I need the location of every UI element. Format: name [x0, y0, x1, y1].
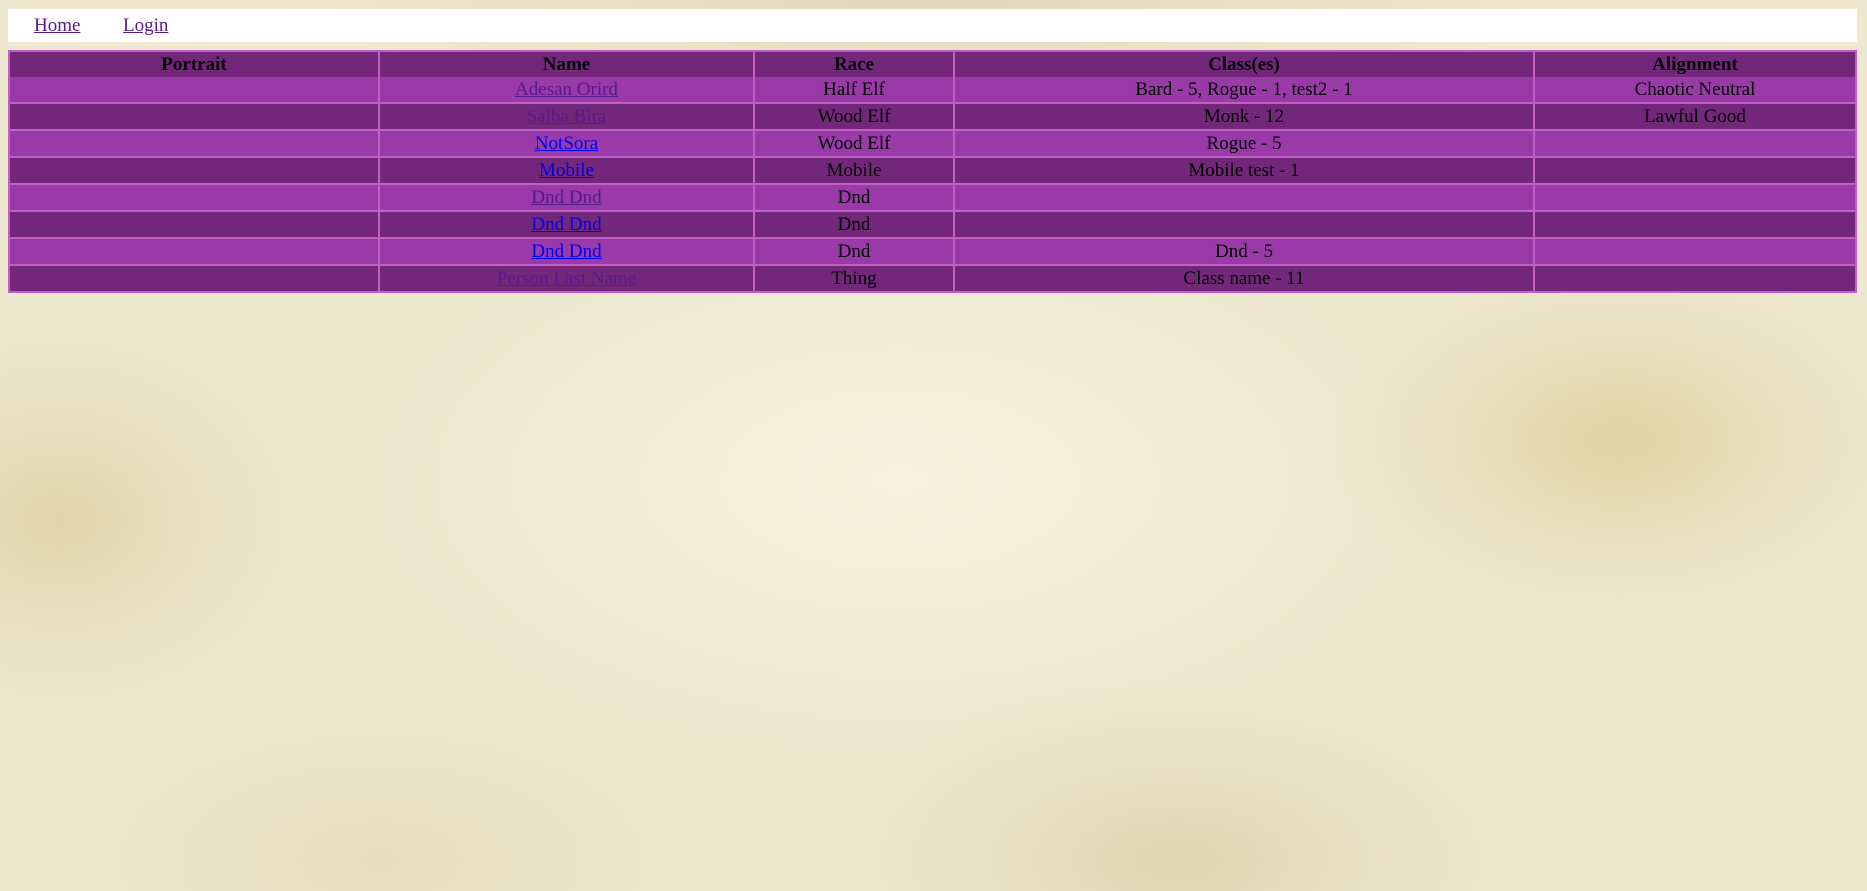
header-portrait: Portrait — [10, 52, 380, 77]
race-cell: Thing — [755, 266, 955, 291]
table-header-row: Portrait Name Race Class(es) Alignment — [10, 52, 1855, 77]
character-name-link[interactable]: Mobile — [539, 160, 594, 181]
header-name: Name — [380, 52, 755, 77]
table-row: Person Last Name Thing Class name - 11 — [10, 266, 1855, 291]
classes-cell: Bard - 5, Rogue - 1, test2 - 1 — [955, 77, 1535, 104]
header-classes: Class(es) — [955, 52, 1535, 77]
table-row: NotSora Wood Elf Rogue - 5 — [10, 131, 1855, 158]
portrait-cell — [10, 212, 380, 239]
portrait-cell — [10, 158, 380, 185]
name-cell: Mobile — [380, 158, 755, 185]
classes-cell: Class name - 11 — [955, 266, 1535, 291]
characters-table: Portrait Name Race Class(es) Alignment A… — [8, 50, 1857, 293]
name-cell: Saiba Bira — [380, 104, 755, 131]
race-cell: Half Elf — [755, 77, 955, 104]
alignment-cell — [1535, 266, 1855, 291]
login-link[interactable]: Login — [123, 15, 168, 37]
top-nav-bar: Home Login — [8, 9, 1857, 42]
name-cell: Dnd Dnd — [380, 212, 755, 239]
race-cell: Dnd — [755, 239, 955, 266]
home-link[interactable]: Home — [34, 15, 80, 37]
character-name-link[interactable]: Dnd Dnd — [531, 187, 601, 208]
table-row: Dnd Dnd Dnd — [10, 212, 1855, 239]
classes-cell: Mobile test - 1 — [955, 158, 1535, 185]
table-row: Saiba Bira Wood Elf Monk - 12 Lawful Good — [10, 104, 1855, 131]
classes-cell: Dnd - 5 — [955, 239, 1535, 266]
character-name-link[interactable]: Person Last Name — [497, 268, 636, 289]
portrait-cell — [10, 131, 380, 158]
race-cell: Mobile — [755, 158, 955, 185]
character-name-link[interactable]: Dnd Dnd — [531, 214, 601, 235]
alignment-cell — [1535, 185, 1855, 212]
name-cell: Person Last Name — [380, 266, 755, 291]
classes-cell: Rogue - 5 — [955, 131, 1535, 158]
character-name-link[interactable]: Dnd Dnd — [531, 241, 601, 262]
alignment-cell: Lawful Good — [1535, 104, 1855, 131]
table-row: Dnd Dnd Dnd — [10, 185, 1855, 212]
portrait-cell — [10, 185, 380, 212]
classes-cell — [955, 185, 1535, 212]
character-name-link[interactable]: Adesan Orird — [515, 79, 618, 100]
character-name-link[interactable]: NotSora — [535, 133, 598, 154]
alignment-cell — [1535, 158, 1855, 185]
table-row: Dnd Dnd Dnd Dnd - 5 — [10, 239, 1855, 266]
race-cell: Dnd — [755, 212, 955, 239]
classes-cell — [955, 212, 1535, 239]
table-row: Adesan Orird Half Elf Bard - 5, Rogue - 1,… — [10, 77, 1855, 104]
portrait-cell — [10, 77, 380, 104]
name-cell: Dnd Dnd — [380, 185, 755, 212]
portrait-cell — [10, 266, 380, 291]
portrait-cell — [10, 104, 380, 131]
name-cell: NotSora — [380, 131, 755, 158]
table-body: Adesan Orird Half Elf Bard - 5, Rogue - 1,… — [10, 77, 1855, 291]
race-cell: Wood Elf — [755, 104, 955, 131]
table-row: Mobile Mobile Mobile test - 1 — [10, 158, 1855, 185]
race-cell: Dnd — [755, 185, 955, 212]
alignment-cell — [1535, 131, 1855, 158]
classes-cell: Monk - 12 — [955, 104, 1535, 131]
name-cell: Dnd Dnd — [380, 239, 755, 266]
alignment-cell — [1535, 212, 1855, 239]
alignment-cell — [1535, 239, 1855, 266]
character-name-link[interactable]: Saiba Bira — [527, 106, 607, 127]
race-cell: Wood Elf — [755, 131, 955, 158]
portrait-cell — [10, 239, 380, 266]
header-race: Race — [755, 52, 955, 77]
header-alignment: Alignment — [1535, 52, 1855, 77]
name-cell: Adesan Orird — [380, 77, 755, 104]
alignment-cell: Chaotic Neutral — [1535, 77, 1855, 104]
